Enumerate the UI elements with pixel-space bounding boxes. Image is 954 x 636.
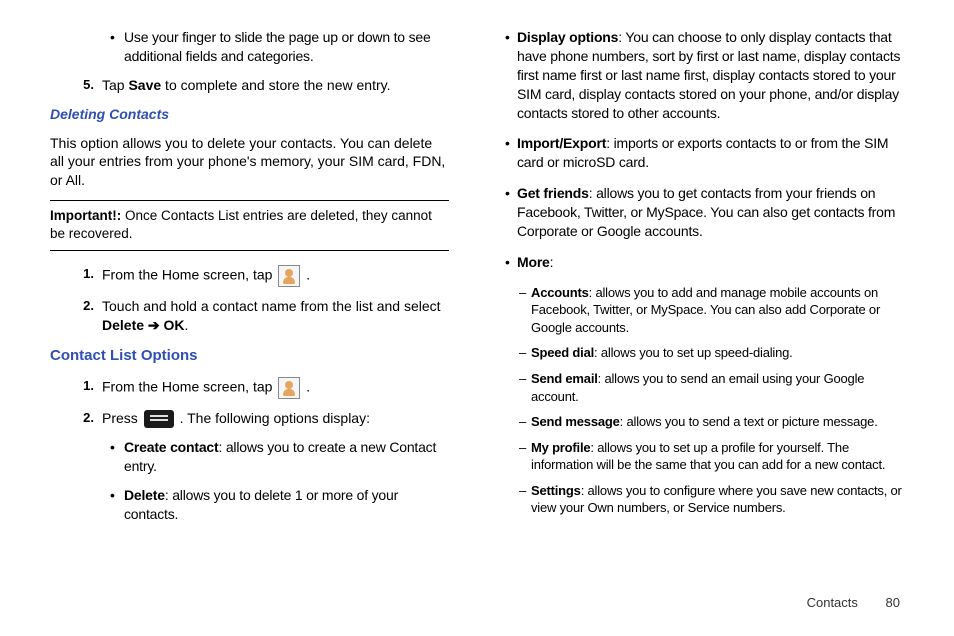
step-number: 2. bbox=[80, 409, 102, 427]
text: . bbox=[185, 317, 189, 333]
left-column: • Use your finger to slide the page up o… bbox=[50, 28, 449, 534]
dash-glyph: – bbox=[519, 344, 531, 362]
bold-text: Import/Export bbox=[517, 135, 606, 151]
bold-text: Send email bbox=[531, 371, 598, 386]
bullet-glyph: • bbox=[110, 438, 124, 476]
bold-text: Create contact bbox=[124, 439, 218, 455]
bold-text: More bbox=[517, 254, 550, 270]
dash-glyph: – bbox=[519, 482, 531, 517]
menu-icon bbox=[144, 410, 174, 428]
step-body: From the Home screen, tap . bbox=[102, 265, 449, 287]
right-column: • Display options: You can choose to onl… bbox=[505, 28, 904, 534]
delete-step-1: 1. From the Home screen, tap . bbox=[80, 265, 449, 287]
bold-text: Delete bbox=[124, 487, 165, 503]
important-label: Important!: bbox=[50, 208, 121, 223]
arrow-icon: ➔ bbox=[144, 317, 164, 333]
dash-glyph: – bbox=[519, 370, 531, 405]
bullet-text: Get friends: allows you to get contacts … bbox=[517, 184, 904, 241]
more-my-profile: – My profile: allows you to set up a pro… bbox=[519, 439, 904, 474]
dash-glyph: – bbox=[519, 439, 531, 474]
bullet-text: Create contact: allows you to create a n… bbox=[124, 438, 449, 476]
step-number: 1. bbox=[80, 265, 102, 283]
paragraph: This option allows you to delete your co… bbox=[50, 134, 449, 191]
text: to complete and store the new entry. bbox=[161, 77, 390, 93]
step-body: From the Home screen, tap . bbox=[102, 377, 449, 399]
more-send-email: – Send email: allows you to send an emai… bbox=[519, 370, 904, 405]
bullet-text: Display options: You can choose to only … bbox=[517, 28, 904, 122]
bullet-text: Delete: allows you to delete 1 or more o… bbox=[124, 486, 449, 524]
bold-text: Speed dial bbox=[531, 345, 594, 360]
heading-contact-list-options: Contact List Options bbox=[50, 346, 449, 366]
option-import-export: • Import/Export: imports or exports cont… bbox=[505, 134, 904, 172]
bullet-text: Use your finger to slide the page up or … bbox=[124, 28, 449, 66]
text: Press bbox=[102, 410, 142, 426]
text: Tap bbox=[102, 77, 128, 93]
dash-text: Speed dial: allows you to set up speed-d… bbox=[531, 344, 904, 362]
more-settings: – Settings: allows you to configure wher… bbox=[519, 482, 904, 517]
step-body: Tap Save to complete and store the new e… bbox=[102, 76, 449, 95]
option-create-contact: • Create contact: allows you to create a… bbox=[110, 438, 449, 476]
more-send-message: – Send message: allows you to send a tex… bbox=[519, 413, 904, 431]
step-number: 1. bbox=[80, 377, 102, 395]
bold-text: Delete bbox=[102, 317, 144, 333]
dash-text: Send message: allows you to send a text … bbox=[531, 413, 904, 431]
bold-text: My profile bbox=[531, 440, 590, 455]
text: : allows you to set up speed-dialing. bbox=[594, 345, 793, 360]
dash-glyph: – bbox=[519, 413, 531, 431]
text: . The following options display: bbox=[180, 410, 370, 426]
text: : allows you to send a text or picture m… bbox=[620, 414, 878, 429]
text: : allows you to delete 1 or more of your… bbox=[124, 487, 398, 522]
option-display-options: • Display options: You can choose to onl… bbox=[505, 28, 904, 122]
bullet-glyph: • bbox=[505, 253, 517, 272]
bullet-text: Import/Export: imports or exports contac… bbox=[517, 134, 904, 172]
bullet-glyph: • bbox=[505, 184, 517, 241]
bold-text: Send message bbox=[531, 414, 620, 429]
text: : bbox=[550, 254, 554, 270]
step-number: 5. bbox=[80, 76, 102, 94]
dash-text: My profile: allows you to set up a profi… bbox=[531, 439, 904, 474]
bullet-glyph: • bbox=[110, 486, 124, 524]
bold-text: Save bbox=[128, 77, 161, 93]
more-accounts: – Accounts: allows you to add and manage… bbox=[519, 284, 904, 337]
bullet-glyph: • bbox=[505, 28, 517, 122]
step-number: 2. bbox=[80, 297, 102, 315]
footer-section: Contacts bbox=[807, 595, 858, 610]
clo-step-2: 2. Press . The following options display… bbox=[80, 409, 449, 428]
text: Touch and hold a contact name from the l… bbox=[102, 298, 441, 314]
bold-text: Settings bbox=[531, 483, 581, 498]
bullet-glyph: • bbox=[505, 134, 517, 172]
contacts-icon bbox=[278, 265, 300, 287]
option-get-friends: • Get friends: allows you to get contact… bbox=[505, 184, 904, 241]
page-content: • Use your finger to slide the page up o… bbox=[0, 0, 954, 554]
dash-text: Settings: allows you to configure where … bbox=[531, 482, 904, 517]
important-note: Important!: Once Contacts List entries a… bbox=[50, 200, 449, 250]
text: From the Home screen, tap bbox=[102, 266, 276, 282]
bold-text: OK bbox=[164, 317, 185, 333]
option-more: • More: bbox=[505, 253, 904, 272]
page-footer: Contacts 80 bbox=[807, 595, 900, 610]
bold-text: Display options bbox=[517, 29, 618, 45]
option-delete: • Delete: allows you to delete 1 or more… bbox=[110, 486, 449, 524]
dash-glyph: – bbox=[519, 284, 531, 337]
step-body: Touch and hold a contact name from the l… bbox=[102, 297, 449, 335]
footer-page-number: 80 bbox=[886, 595, 900, 610]
more-speed-dial: – Speed dial: allows you to set up speed… bbox=[519, 344, 904, 362]
clo-step-1: 1. From the Home screen, tap . bbox=[80, 377, 449, 399]
dash-text: Send email: allows you to send an email … bbox=[531, 370, 904, 405]
bold-text: Accounts bbox=[531, 285, 589, 300]
text: : allows you to configure where you save… bbox=[531, 483, 902, 516]
text: . bbox=[306, 378, 310, 394]
step-body: Press . The following options display: bbox=[102, 409, 449, 428]
heading-deleting-contacts: Deleting Contacts bbox=[50, 105, 449, 124]
text: From the Home screen, tap bbox=[102, 378, 276, 394]
bold-text: Get friends bbox=[517, 185, 589, 201]
dash-text: Accounts: allows you to add and manage m… bbox=[531, 284, 904, 337]
contacts-icon bbox=[278, 377, 300, 399]
bullet-glyph: • bbox=[110, 28, 124, 66]
step-5: 5. Tap Save to complete and store the ne… bbox=[80, 76, 449, 95]
text: . bbox=[306, 266, 310, 282]
bullet-item: • Use your finger to slide the page up o… bbox=[110, 28, 449, 66]
bullet-text: More: bbox=[517, 253, 904, 272]
delete-step-2: 2. Touch and hold a contact name from th… bbox=[80, 297, 449, 335]
